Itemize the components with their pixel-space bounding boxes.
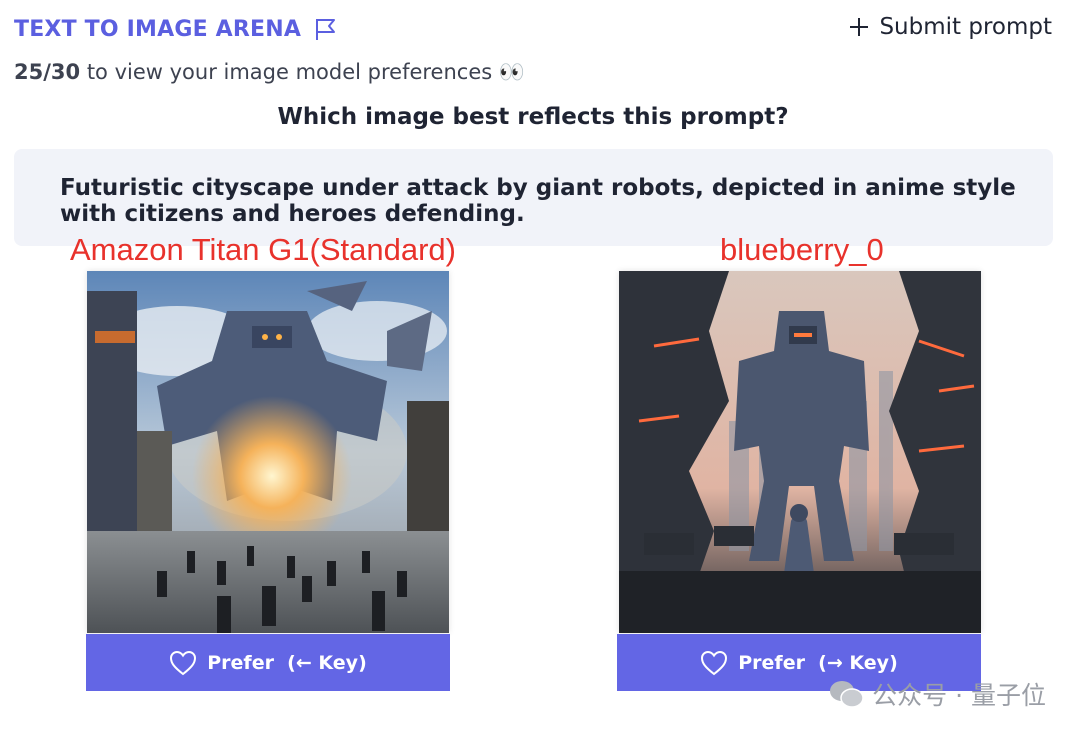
submit-prompt-label: Submit prompt — [879, 14, 1052, 40]
prompt-text: Futuristic cityscape under attack by gia… — [60, 175, 1016, 227]
prefer-left-label: Prefer (← Key) — [207, 651, 367, 674]
progress-count: 25/30 — [14, 60, 81, 84]
heart-icon — [170, 650, 197, 675]
prefer-right-label: Prefer (→ Key) — [738, 651, 898, 674]
question-heading: Which image best reflects this prompt? — [277, 104, 789, 130]
watermark-text: 公众号 · 量子位 — [872, 681, 1046, 710]
heart-icon — [701, 650, 728, 675]
progress-line: 25/30 to view your image model preferenc… — [14, 60, 525, 85]
image-left[interactable] — [87, 271, 449, 633]
arena-title: TEXT TO IMAGE ARENA — [14, 16, 339, 42]
wechat-icon — [830, 681, 864, 708]
plus-icon — [850, 18, 869, 36]
eyes-emoji: 👀 — [498, 60, 526, 84]
arena-title-text: TEXT TO IMAGE ARENA — [14, 16, 302, 42]
flag-icon[interactable] — [313, 16, 339, 42]
model-label-right: blueberry_0 — [720, 232, 884, 267]
progress-text: to view your image model preferences — [86, 60, 493, 84]
model-label-left: Amazon Titan G1(Standard) — [70, 232, 456, 267]
image-right[interactable] — [619, 271, 981, 633]
watermark: 公众号 · 量子位 — [828, 676, 1046, 712]
submit-prompt-button[interactable]: Submit prompt — [849, 14, 1052, 40]
prefer-left-button[interactable]: Prefer (← Key) — [86, 634, 450, 691]
